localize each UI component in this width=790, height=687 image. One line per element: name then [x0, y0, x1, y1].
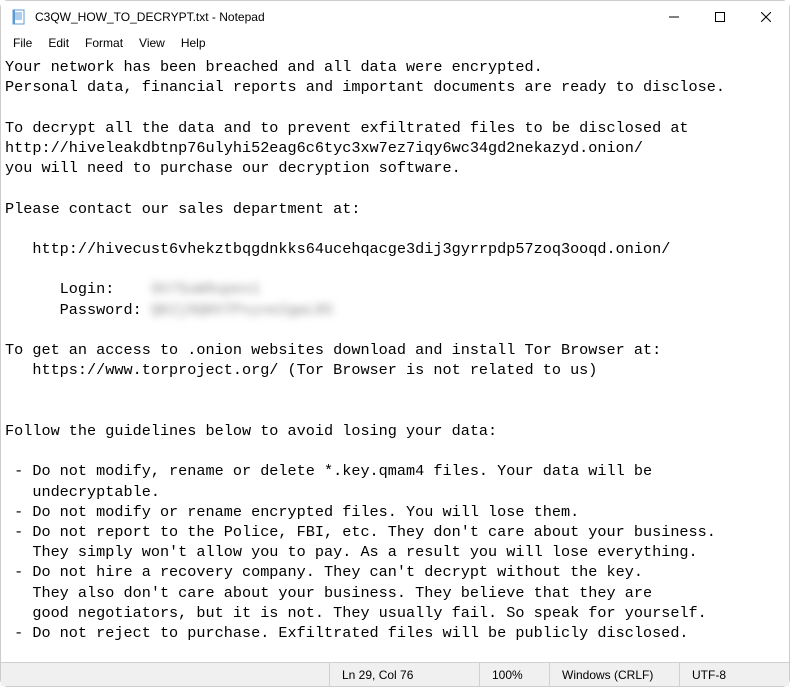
status-eol: Windows (CRLF): [549, 663, 679, 686]
window-title: C3QW_HOW_TO_DECRYPT.txt - Notepad: [35, 10, 651, 24]
text-line: They also don't care about your business…: [5, 584, 661, 602]
text-line: http://hiveleakdbtnp76ulyhi52eag6c6tyc3x…: [5, 139, 643, 157]
text-line: Please contact our sales department at:: [5, 200, 360, 218]
status-line-col: Ln 29, Col 76: [329, 663, 479, 686]
menu-edit[interactable]: Edit: [40, 35, 77, 51]
text-line: - Do not reject to purchase. Exfiltrated…: [5, 624, 689, 642]
text-line: http://hivecust6vhekztbqgdnkks64ucehqacg…: [5, 240, 670, 258]
menubar: File Edit Format View Help: [1, 33, 789, 53]
text-line: - Do not report to the Police, FBI, etc.…: [5, 523, 716, 541]
maximize-button[interactable]: [697, 1, 743, 33]
text-line: https://www.torproject.org/ (Tor Browser…: [5, 361, 597, 379]
text-line: They simply won't allow you to pay. As a…: [5, 543, 698, 561]
status-encoding: UTF-8: [679, 663, 789, 686]
window-controls: [651, 1, 789, 33]
menu-view[interactable]: View: [131, 35, 173, 51]
text-line: undecryptable.: [5, 483, 160, 501]
text-line: Password:: [5, 301, 151, 319]
titlebar: C3QW_HOW_TO_DECRYPT.txt - Notepad: [1, 1, 789, 33]
text-line: Personal data, financial reports and imp…: [5, 78, 725, 96]
text-line: Follow the guidelines below to avoid los…: [5, 422, 497, 440]
login-value-redacted: Sh7SuW9upes1: [151, 280, 260, 298]
password-value-redacted: QK2j9QKhTPxyve2gwL85: [151, 301, 333, 319]
text-line: Login:: [5, 280, 151, 298]
menu-file[interactable]: File: [5, 35, 40, 51]
text-line: good negotiators, but it is not. They us…: [5, 604, 707, 622]
menu-format[interactable]: Format: [77, 35, 131, 51]
text-line: you will need to purchase our decryption…: [5, 159, 461, 177]
statusbar: Ln 29, Col 76 100% Windows (CRLF) UTF-8: [1, 662, 789, 686]
text-line: To decrypt all the data and to prevent e…: [5, 119, 698, 137]
text-line: - Do not modify or rename encrypted file…: [5, 503, 579, 521]
text-line: To get an access to .onion websites down…: [5, 341, 661, 359]
text-line: - Do not hire a recovery company. They c…: [5, 563, 661, 581]
text-line: Your network has been breached and all d…: [5, 58, 543, 76]
close-button[interactable]: [743, 1, 789, 33]
text-editor-content[interactable]: Your network has been breached and all d…: [1, 55, 789, 662]
status-zoom: 100%: [479, 663, 549, 686]
menu-help[interactable]: Help: [173, 35, 214, 51]
notepad-icon: [11, 9, 27, 25]
text-line: - Do not modify, rename or delete *.key.…: [5, 462, 661, 480]
minimize-button[interactable]: [651, 1, 697, 33]
